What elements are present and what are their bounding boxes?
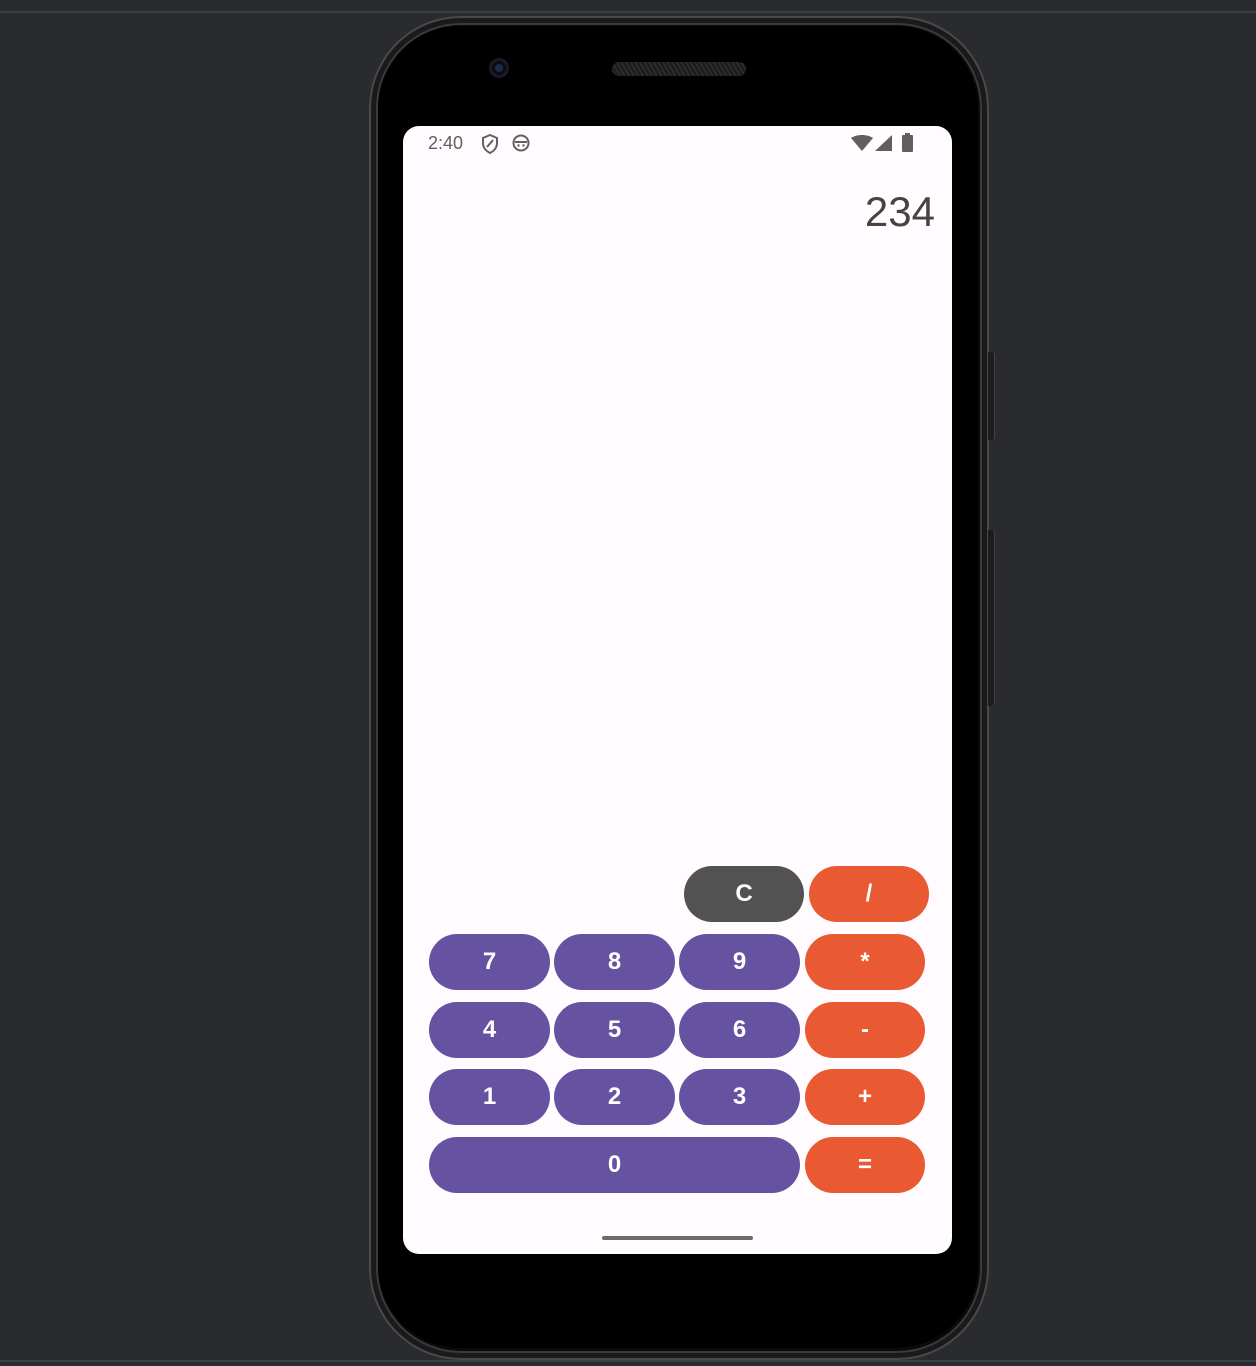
power-button[interactable] [988, 352, 995, 440]
status-time: 2:40 [428, 133, 464, 153]
multiply-button[interactable]: * [805, 934, 925, 990]
shield-icon [482, 133, 498, 159]
digit-4-button[interactable]: 4 [429, 1002, 550, 1058]
wifi-icon [851, 135, 873, 156]
digit-0-button[interactable]: 0 [429, 1137, 800, 1193]
status-bar: 2:40 [403, 126, 952, 162]
digit-1-button[interactable]: 1 [429, 1069, 550, 1125]
digit-7-button[interactable]: 7 [429, 934, 550, 990]
equals-button[interactable]: = [805, 1137, 925, 1193]
window-bottom-divider [0, 1360, 1256, 1362]
window-top-divider [0, 11, 1256, 13]
volume-button[interactable] [988, 530, 995, 706]
digit-6-button[interactable]: 6 [679, 1002, 800, 1058]
divide-button[interactable]: / [809, 866, 929, 922]
android-debug-icon [512, 134, 530, 157]
phone-screen: 2:40 234 C / 7 8 9 * 4 5 6 - 1 2 3 + 0 = [403, 126, 952, 1254]
calculator-display: 234 [864, 188, 935, 235]
clear-button[interactable]: C [684, 866, 804, 922]
digit-2-button[interactable]: 2 [554, 1069, 675, 1125]
digit-9-button[interactable]: 9 [679, 934, 800, 990]
battery-icon [902, 133, 913, 157]
front-camera-icon [489, 58, 509, 78]
earpiece-speaker [612, 62, 746, 76]
digit-5-button[interactable]: 5 [554, 1002, 675, 1058]
digit-8-button[interactable]: 8 [554, 934, 675, 990]
subtract-button[interactable]: - [805, 1002, 925, 1058]
digit-3-button[interactable]: 3 [679, 1069, 800, 1125]
home-gesture-bar[interactable] [602, 1236, 753, 1240]
cell-signal-icon [875, 135, 892, 156]
add-button[interactable]: + [805, 1069, 925, 1125]
